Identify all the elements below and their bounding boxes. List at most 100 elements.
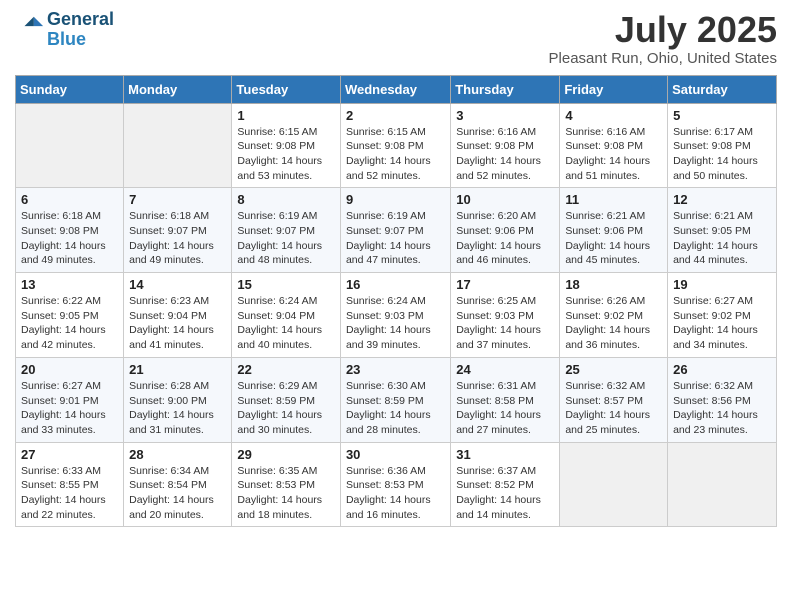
calendar-day: 30 Sunrise: 6:36 AM Sunset: 8:53 PM Dayli… (340, 442, 450, 527)
calendar-day (124, 103, 232, 188)
day-number: 30 (346, 447, 445, 462)
calendar-week-2: 6 Sunrise: 6:18 AM Sunset: 9:08 PM Daylig… (16, 188, 777, 273)
day-number: 19 (673, 277, 771, 292)
day-info: Sunrise: 6:18 AM Sunset: 9:08 PM Dayligh… (21, 209, 118, 268)
logo-text-line2: Blue (47, 30, 114, 50)
calendar-day: 29 Sunrise: 6:35 AM Sunset: 8:53 PM Dayli… (232, 442, 341, 527)
day-number: 11 (565, 192, 662, 207)
calendar-day: 7Sunrise: 6:18 AM Sunset: 9:07 PM Daylig… (124, 188, 232, 273)
day-number: 26 (673, 362, 771, 377)
day-number: 6 (21, 192, 118, 207)
calendar-day: 8 Sunrise: 6:19 AM Sunset: 9:07 PM Daylig… (232, 188, 341, 273)
day-info: Sunrise: 6:31 AM Sunset: 8:58 PM Dayligh… (456, 379, 554, 438)
calendar-day: 3Sunrise: 6:16 AM Sunset: 9:08 PM Daylig… (451, 103, 560, 188)
day-info: Sunrise: 6:26 AM Sunset: 9:02 PM Dayligh… (565, 294, 662, 353)
calendar-week-5: 27 Sunrise: 6:33 AM Sunset: 8:55 PM Dayli… (16, 442, 777, 527)
calendar-day: 14 Sunrise: 6:23 AM Sunset: 9:04 PM Dayli… (124, 273, 232, 358)
day-info: Sunrise: 6:15 AM Sunset: 9:08 PM Dayligh… (237, 125, 335, 184)
day-number: 20 (21, 362, 118, 377)
calendar-day: 18Sunrise: 6:26 AM Sunset: 9:02 PM Dayli… (560, 273, 668, 358)
day-number: 22 (237, 362, 335, 377)
day-header-tuesday: Tuesday (232, 75, 341, 103)
logo: General Blue (15, 10, 114, 50)
calendar-day: 13 Sunrise: 6:22 AM Sunset: 9:05 PM Dayli… (16, 273, 124, 358)
day-number: 28 (129, 447, 226, 462)
calendar-day: 4 Sunrise: 6:16 AM Sunset: 9:08 PM Daylig… (560, 103, 668, 188)
calendar-day: 10 Sunrise: 6:20 AM Sunset: 9:06 PM Dayli… (451, 188, 560, 273)
calendar-day: 21 Sunrise: 6:28 AM Sunset: 9:00 PM Dayli… (124, 357, 232, 442)
day-info: Sunrise: 6:22 AM Sunset: 9:05 PM Dayligh… (21, 294, 118, 353)
day-header-monday: Monday (124, 75, 232, 103)
day-number: 7 (129, 192, 226, 207)
day-number: 21 (129, 362, 226, 377)
calendar-day: 26Sunrise: 6:32 AM Sunset: 8:56 PM Dayli… (668, 357, 777, 442)
day-number: 24 (456, 362, 554, 377)
day-info: Sunrise: 6:20 AM Sunset: 9:06 PM Dayligh… (456, 209, 554, 268)
calendar-day: 31 Sunrise: 6:37 AM Sunset: 8:52 PM Dayli… (451, 442, 560, 527)
calendar-week-1: 1 Sunrise: 6:15 AM Sunset: 9:08 PM Daylig… (16, 103, 777, 188)
calendar-day (560, 442, 668, 527)
calendar-day: 15 Sunrise: 6:24 AM Sunset: 9:04 PM Dayli… (232, 273, 341, 358)
calendar-day: 19 Sunrise: 6:27 AM Sunset: 9:02 PM Dayli… (668, 273, 777, 358)
day-number: 27 (21, 447, 118, 462)
calendar-day (16, 103, 124, 188)
day-info: Sunrise: 6:30 AM Sunset: 8:59 PM Dayligh… (346, 379, 445, 438)
calendar-day: 9Sunrise: 6:19 AM Sunset: 9:07 PM Daylig… (340, 188, 450, 273)
calendar-day: 16Sunrise: 6:24 AM Sunset: 9:03 PM Dayli… (340, 273, 450, 358)
day-info: Sunrise: 6:21 AM Sunset: 9:05 PM Dayligh… (673, 209, 771, 268)
day-number: 16 (346, 277, 445, 292)
day-header-sunday: Sunday (16, 75, 124, 103)
day-header-wednesday: Wednesday (340, 75, 450, 103)
day-number: 31 (456, 447, 554, 462)
day-info: Sunrise: 6:19 AM Sunset: 9:07 PM Dayligh… (237, 209, 335, 268)
day-number: 5 (673, 108, 771, 123)
calendar-day: 27 Sunrise: 6:33 AM Sunset: 8:55 PM Dayli… (16, 442, 124, 527)
day-number: 1 (237, 108, 335, 123)
day-info: Sunrise: 6:24 AM Sunset: 9:04 PM Dayligh… (237, 294, 335, 353)
calendar-day: 1 Sunrise: 6:15 AM Sunset: 9:08 PM Daylig… (232, 103, 341, 188)
day-info: Sunrise: 6:16 AM Sunset: 9:08 PM Dayligh… (456, 125, 554, 184)
day-number: 15 (237, 277, 335, 292)
calendar-day: 5Sunrise: 6:17 AM Sunset: 9:08 PM Daylig… (668, 103, 777, 188)
day-number: 12 (673, 192, 771, 207)
title-block: July 2025 Pleasant Run, Ohio, United Sta… (549, 10, 777, 67)
page-header: General Blue July 2025 Pleasant Run, Ohi… (15, 10, 777, 67)
calendar-day: 11Sunrise: 6:21 AM Sunset: 9:06 PM Dayli… (560, 188, 668, 273)
day-number: 14 (129, 277, 226, 292)
calendar-day: 17Sunrise: 6:25 AM Sunset: 9:03 PM Dayli… (451, 273, 560, 358)
day-number: 13 (21, 277, 118, 292)
calendar-week-4: 20 Sunrise: 6:27 AM Sunset: 9:01 PM Dayli… (16, 357, 777, 442)
day-number: 4 (565, 108, 662, 123)
day-info: Sunrise: 6:32 AM Sunset: 8:57 PM Dayligh… (565, 379, 662, 438)
calendar-table: SundayMondayTuesdayWednesdayThursdayFrid… (15, 75, 777, 528)
logo-icon (17, 13, 45, 41)
day-info: Sunrise: 6:27 AM Sunset: 9:01 PM Dayligh… (21, 379, 118, 438)
day-info: Sunrise: 6:25 AM Sunset: 9:03 PM Dayligh… (456, 294, 554, 353)
day-number: 10 (456, 192, 554, 207)
logo-text-line1: General (47, 10, 114, 30)
day-info: Sunrise: 6:15 AM Sunset: 9:08 PM Dayligh… (346, 125, 445, 184)
calendar-day (668, 442, 777, 527)
day-info: Sunrise: 6:35 AM Sunset: 8:53 PM Dayligh… (237, 464, 335, 523)
calendar-day: 6 Sunrise: 6:18 AM Sunset: 9:08 PM Daylig… (16, 188, 124, 273)
calendar-day: 28 Sunrise: 6:34 AM Sunset: 8:54 PM Dayli… (124, 442, 232, 527)
day-info: Sunrise: 6:36 AM Sunset: 8:53 PM Dayligh… (346, 464, 445, 523)
calendar-day: 22Sunrise: 6:29 AM Sunset: 8:59 PM Dayli… (232, 357, 341, 442)
calendar-day: 24 Sunrise: 6:31 AM Sunset: 8:58 PM Dayli… (451, 357, 560, 442)
day-header-thursday: Thursday (451, 75, 560, 103)
day-info: Sunrise: 6:34 AM Sunset: 8:54 PM Dayligh… (129, 464, 226, 523)
day-info: Sunrise: 6:33 AM Sunset: 8:55 PM Dayligh… (21, 464, 118, 523)
day-info: Sunrise: 6:23 AM Sunset: 9:04 PM Dayligh… (129, 294, 226, 353)
day-info: Sunrise: 6:16 AM Sunset: 9:08 PM Dayligh… (565, 125, 662, 184)
day-info: Sunrise: 6:37 AM Sunset: 8:52 PM Dayligh… (456, 464, 554, 523)
day-info: Sunrise: 6:28 AM Sunset: 9:00 PM Dayligh… (129, 379, 226, 438)
location-subtitle: Pleasant Run, Ohio, United States (549, 50, 777, 67)
calendar-day: 20 Sunrise: 6:27 AM Sunset: 9:01 PM Dayli… (16, 357, 124, 442)
day-number: 29 (237, 447, 335, 462)
day-info: Sunrise: 6:27 AM Sunset: 9:02 PM Dayligh… (673, 294, 771, 353)
day-header-friday: Friday (560, 75, 668, 103)
day-info: Sunrise: 6:19 AM Sunset: 9:07 PM Dayligh… (346, 209, 445, 268)
calendar-header: SundayMondayTuesdayWednesdayThursdayFrid… (16, 75, 777, 103)
day-number: 8 (237, 192, 335, 207)
calendar-day: 2Sunrise: 6:15 AM Sunset: 9:08 PM Daylig… (340, 103, 450, 188)
